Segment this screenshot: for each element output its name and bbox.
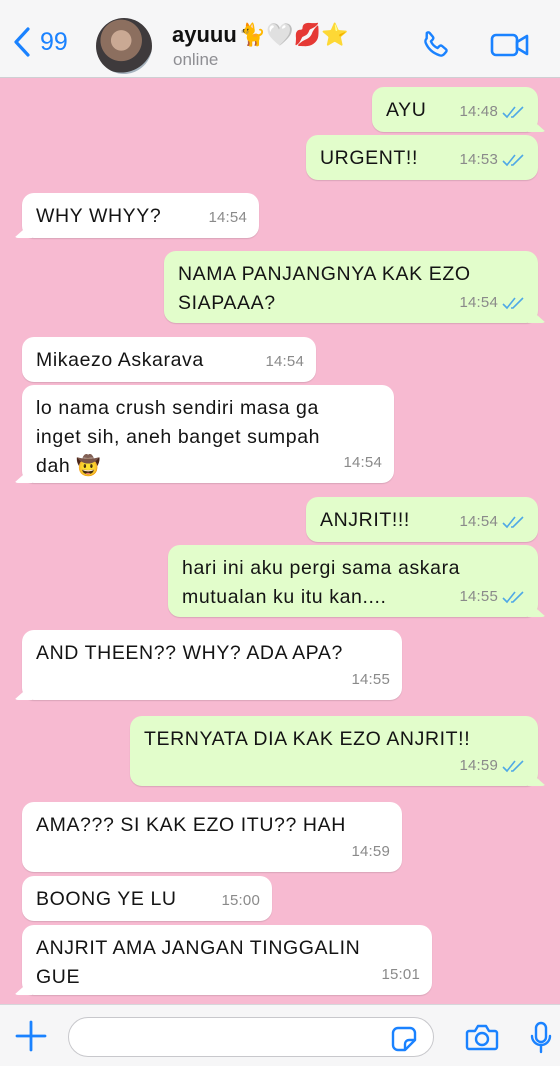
contact-name: ayuuu: [172, 22, 237, 47]
double-check-icon: [502, 590, 524, 603]
microphone-icon[interactable]: [529, 1021, 553, 1060]
message-time: 14:59: [351, 843, 390, 860]
message-text: AND THEEN?? WHY? ADA APA?: [36, 642, 343, 664]
message-time: 15:00: [221, 892, 260, 909]
incoming-message[interactable]: BOONG YE LU 15:00: [22, 876, 272, 921]
outgoing-message[interactable]: AYU 14:48: [372, 87, 538, 132]
double-check-icon: [502, 296, 524, 309]
contact-name-area[interactable]: ayuuu 🐈🤍💋⭐: [172, 22, 348, 48]
message-time: 14:55: [459, 588, 498, 605]
contact-avatar[interactable]: [96, 18, 152, 74]
message-text: ANJRIT AMA JANGAN TINGGALIN GUE: [36, 937, 361, 988]
phone-icon[interactable]: [419, 28, 453, 67]
incoming-message[interactable]: ANJRIT AMA JANGAN TINGGALIN GUE 15:01: [22, 925, 432, 995]
message-meta: 14:54: [343, 448, 382, 477]
double-check-icon: [502, 105, 524, 118]
message-time: 14:55: [351, 671, 390, 688]
contact-name-emoji: 🐈🤍💋⭐: [238, 22, 349, 47]
plus-icon[interactable]: [14, 1019, 48, 1058]
message-meta: 14:53: [459, 145, 526, 174]
message-time: 14:54: [208, 209, 247, 226]
message-meta: 14:54: [208, 203, 247, 232]
incoming-message[interactable]: Mikaezo Askarava 14:54: [22, 337, 316, 382]
incoming-message[interactable]: WHY WHYY? 14:54: [22, 193, 259, 238]
video-camera-icon[interactable]: [490, 30, 530, 65]
message-time: 14:48: [459, 103, 498, 120]
message-meta: 14:54: [459, 507, 526, 536]
message-input[interactable]: [68, 1017, 434, 1057]
incoming-message[interactable]: AMA??? SI KAK EZO ITU?? HAH 14:59: [22, 802, 402, 872]
message-time: 14:54: [459, 513, 498, 530]
message-meta: 14:59: [459, 751, 526, 780]
outgoing-message[interactable]: TERNYATA DIA KAK EZO ANJRIT!! 14:59: [130, 716, 538, 786]
camera-icon[interactable]: [465, 1023, 499, 1056]
chevron-left-icon: [14, 27, 30, 57]
message-meta: 14:54: [265, 347, 304, 376]
incoming-message[interactable]: lo nama crush sendiri masa ga inget sih,…: [22, 385, 394, 483]
message-text: AMA??? SI KAK EZO ITU?? HAH: [36, 814, 346, 836]
message-meta: 14:55: [459, 582, 526, 611]
message-text: TERNYATA DIA KAK EZO ANJRIT!!: [144, 728, 471, 750]
incoming-message[interactable]: AND THEEN?? WHY? ADA APA? 14:55: [22, 630, 402, 700]
message-meta: 14:54: [459, 288, 526, 317]
message-time: 14:53: [459, 151, 498, 168]
message-meta: 14:59: [351, 837, 390, 866]
chat-messages[interactable]: AYU 14:48 URGENT!! 14:53 WHY WHYY? 14:54…: [0, 79, 560, 1004]
message-meta: 15:00: [221, 886, 260, 915]
message-text: lo nama crush sendiri masa ga inget sih,…: [36, 397, 321, 477]
outgoing-message[interactable]: hari ini aku pergi sama askara mutualan …: [168, 545, 538, 617]
message-time: 15:01: [381, 966, 420, 983]
outgoing-message[interactable]: NAMA PANJANGNYA KAK EZO SIAPAAA? 14:54: [164, 251, 538, 323]
message-input-bar: [0, 1004, 560, 1066]
chat-header: 99 ayuuu 🐈🤍💋⭐ online: [0, 0, 560, 78]
outgoing-message[interactable]: URGENT!! 14:53: [306, 135, 538, 180]
outgoing-message[interactable]: ANJRIT!!! 14:54: [306, 497, 538, 542]
message-meta: 15:01: [381, 960, 420, 989]
unread-count: 99: [40, 28, 68, 56]
message-text: Mikaezo Askarava: [36, 349, 204, 371]
message-meta: 14:48: [459, 97, 526, 126]
message-time: 14:54: [265, 353, 304, 370]
message-time: 14:54: [459, 294, 498, 311]
message-time: 14:54: [343, 454, 382, 471]
sticker-icon[interactable]: [390, 1025, 418, 1058]
message-time: 14:59: [459, 757, 498, 774]
back-button[interactable]: 99: [12, 26, 68, 58]
message-meta: 14:55: [351, 665, 390, 694]
double-check-icon: [502, 759, 524, 772]
double-check-icon: [502, 515, 524, 528]
contact-status: online: [173, 50, 219, 69]
double-check-icon: [502, 153, 524, 166]
